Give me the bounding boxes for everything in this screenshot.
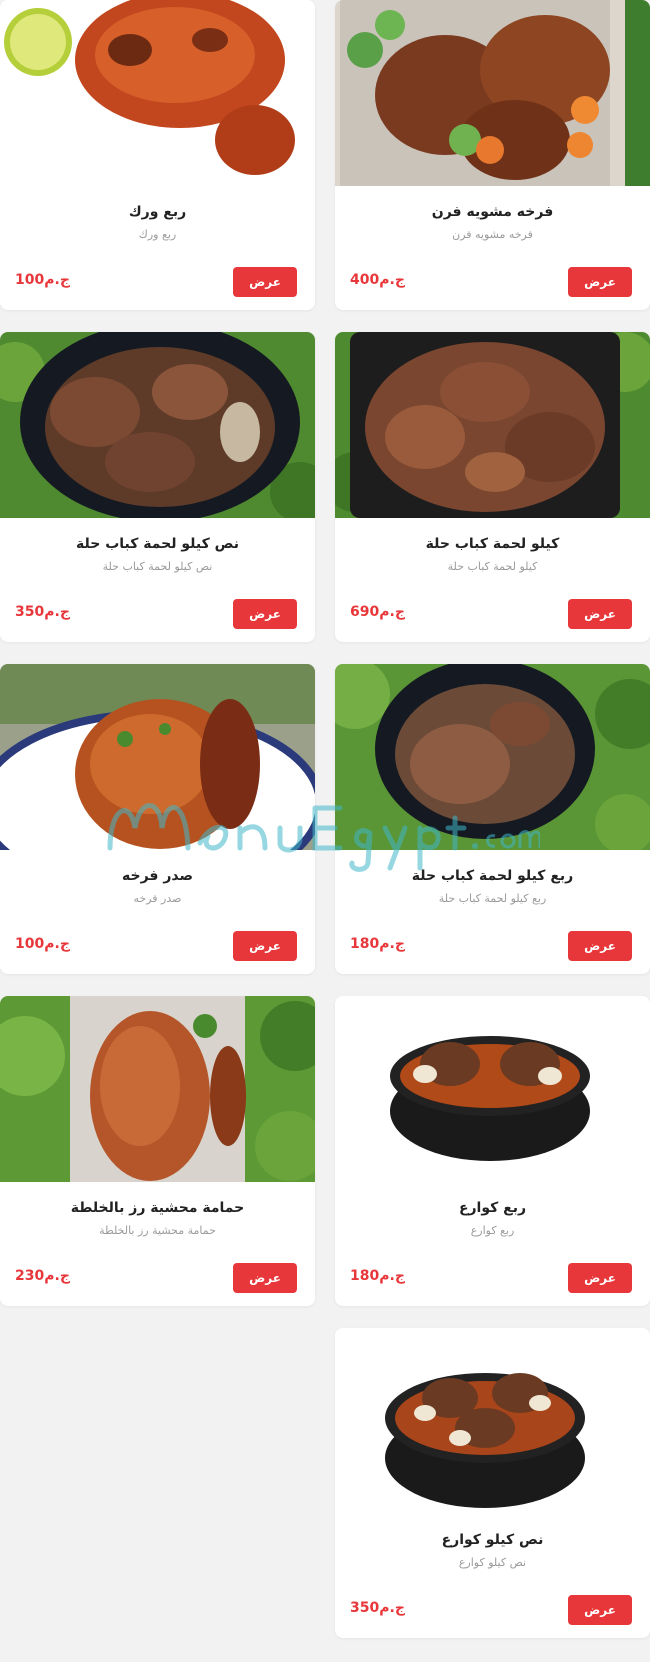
menu-item-card[interactable]: ربع كيلو لحمة كباب حلة ربع كيلو لحمة كبا… (335, 664, 650, 974)
food-image (335, 0, 650, 186)
item-name: ربع ورك (128, 204, 187, 220)
view-button[interactable]: عرض (233, 1263, 297, 1293)
item-name: حمامة محشية رز بالخلطة (70, 1200, 245, 1216)
food-image (0, 332, 315, 518)
food-image (335, 1328, 650, 1514)
item-price: 350ج.م (15, 604, 70, 620)
view-button[interactable]: عرض (568, 599, 632, 629)
item-name: كيلو لحمة كباب حلة (425, 536, 560, 552)
item-description: نص كيلو لحمة كباب حلة (102, 560, 213, 573)
item-description: ربع كوارع (470, 1224, 515, 1237)
item-name: ربع كوارع (458, 1200, 527, 1216)
item-description: فرخه مشويه فرن (452, 228, 533, 241)
item-description: ربع ورك (138, 228, 177, 241)
item-name: فرخه مشويه فرن (431, 204, 554, 220)
item-name: نص كيلو لحمة كباب حلة (76, 536, 239, 552)
item-price: 180ج.م (350, 936, 405, 952)
item-price: 350ج.م (350, 1600, 405, 1616)
menu-item-card[interactable]: فرخه مشويه فرن فرخه مشويه فرن عرض 400ج.م (335, 0, 650, 310)
item-name: نص كيلو كوارع (441, 1532, 544, 1548)
item-description: صدر فرخه (133, 892, 182, 905)
item-price: 400ج.م (350, 272, 405, 288)
item-price: 180ج.م (350, 1268, 405, 1284)
food-image (335, 664, 650, 850)
menu-item-card[interactable]: ربع كوارع ربع كوارع عرض 180ج.م (335, 996, 650, 1306)
food-image (0, 0, 315, 186)
food-image (335, 996, 650, 1182)
item-name: صدر فرخه (121, 868, 193, 884)
item-description: حمامة محشية رز بالخلطة (99, 1224, 216, 1237)
food-image (0, 664, 315, 850)
menu-item-card[interactable]: صدر فرخه صدر فرخه عرض 100ج.م (0, 664, 315, 974)
view-button[interactable]: عرض (568, 267, 632, 297)
view-button[interactable]: عرض (233, 931, 297, 961)
item-description: كيلو لحمة كباب حلة (447, 560, 538, 573)
food-image (0, 996, 315, 1182)
view-button[interactable]: عرض (568, 931, 632, 961)
menu-item-card[interactable]: نص كيلو كوارع نص كيلو كوارع عرض 350ج.م (335, 1328, 650, 1638)
item-price: 100ج.م (15, 936, 70, 952)
food-image (335, 332, 650, 518)
item-price: 100ج.م (15, 272, 70, 288)
menu-item-card[interactable]: كيلو لحمة كباب حلة كيلو لحمة كباب حلة عر… (335, 332, 650, 642)
item-description: ربع كيلو لحمة كباب حلة (438, 892, 547, 905)
menu-item-card[interactable]: نص كيلو لحمة كباب حلة نص كيلو لحمة كباب … (0, 332, 315, 642)
view-button[interactable]: عرض (233, 267, 297, 297)
view-button[interactable]: عرض (568, 1263, 632, 1293)
item-price: 690ج.م (350, 604, 405, 620)
item-description: نص كيلو كوارع (458, 1556, 527, 1569)
item-price: 230ج.م (15, 1268, 70, 1284)
menu-item-card[interactable]: ربع ورك ربع ورك عرض 100ج.م (0, 0, 315, 310)
view-button[interactable]: عرض (568, 1595, 632, 1625)
item-name: ربع كيلو لحمة كباب حلة (411, 868, 574, 884)
menu-item-card[interactable]: حمامة محشية رز بالخلطة حمامة محشية رز با… (0, 996, 315, 1306)
view-button[interactable]: عرض (233, 599, 297, 629)
